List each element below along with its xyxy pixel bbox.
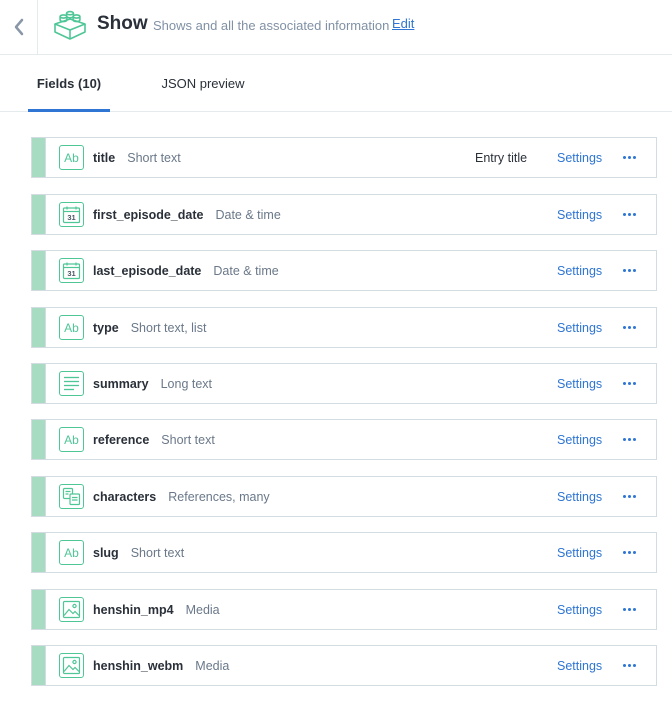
text-glyph: Ab <box>64 545 79 560</box>
more-options-button[interactable] <box>618 602 640 616</box>
ellipsis-icon <box>622 212 636 216</box>
tab-fields[interactable]: Fields (10) <box>28 56 110 111</box>
text-icon: Ab <box>59 427 84 452</box>
edit-link[interactable]: Edit <box>392 16 414 31</box>
ellipsis-icon <box>622 268 636 272</box>
settings-button[interactable]: Settings <box>557 251 602 290</box>
field-name: summary <box>93 376 149 391</box>
media-icon <box>59 653 84 678</box>
tab-bar: Fields (10) JSON preview <box>0 56 672 112</box>
ellipsis-icon <box>622 155 636 159</box>
field-type: Short text <box>127 150 181 165</box>
back-button[interactable] <box>0 0 38 54</box>
text-icon: Ab <box>59 145 84 170</box>
more-options-button[interactable] <box>618 150 640 164</box>
calendar-number: 31 <box>67 213 75 222</box>
calendar-number: 31 <box>67 269 75 278</box>
more-options-button[interactable] <box>618 320 640 334</box>
drag-handle[interactable] <box>32 251 46 290</box>
more-options-button[interactable] <box>618 545 640 559</box>
field-row[interactable]: characters References, many Settings <box>31 476 657 517</box>
long-text-icon <box>59 371 84 396</box>
page-description: Shows and all the associated information <box>153 18 390 33</box>
text-glyph: Ab <box>64 150 79 165</box>
field-name: characters <box>93 489 157 504</box>
field-row[interactable]: summary Long text Settings <box>31 363 657 404</box>
text-icon: Ab <box>59 540 84 565</box>
field-name: first_episode_date <box>93 207 204 222</box>
field-row[interactable]: Ab type Short text, list Settings <box>31 307 657 348</box>
calendar-icon: 31 <box>59 202 84 227</box>
field-name: title <box>93 150 116 165</box>
ellipsis-icon <box>622 325 636 329</box>
text-icon: Ab <box>59 315 84 340</box>
field-type: Short text, list <box>130 320 207 335</box>
settings-button[interactable]: Settings <box>557 364 602 403</box>
page-title: Show <box>97 13 148 34</box>
ellipsis-icon <box>622 494 636 498</box>
more-options-button[interactable] <box>618 658 640 672</box>
ellipsis-icon <box>622 663 636 667</box>
ellipsis-icon <box>622 607 636 611</box>
field-type: References, many <box>168 489 270 504</box>
content-type-icon <box>54 10 86 40</box>
field-type: Short text <box>161 432 215 447</box>
field-type: Media <box>185 602 220 617</box>
field-name: slug <box>93 545 119 560</box>
drag-handle[interactable] <box>32 477 46 516</box>
entry-title-label: Entry title <box>475 150 528 165</box>
references-icon <box>59 484 84 509</box>
field-type: Short text <box>130 545 185 560</box>
field-row[interactable]: Ab slug Short text Settings <box>31 532 657 573</box>
more-options-button[interactable] <box>618 207 640 221</box>
field-row[interactable]: henshin_mp4 Media Settings <box>31 589 657 630</box>
drag-handle[interactable] <box>32 590 46 629</box>
drag-handle[interactable] <box>32 195 46 234</box>
more-options-button[interactable] <box>618 376 640 390</box>
active-tab-indicator <box>28 109 110 112</box>
field-type: Media <box>195 658 230 673</box>
settings-button[interactable]: Settings <box>557 646 602 685</box>
drag-handle[interactable] <box>32 533 46 572</box>
ellipsis-icon <box>622 381 636 385</box>
field-row[interactable]: Ab reference Short text Settings <box>31 419 657 460</box>
more-options-button[interactable] <box>618 489 640 503</box>
field-row[interactable]: 31 last_episode_date Date & time Settings <box>31 250 657 291</box>
field-type: Date & time <box>215 207 281 222</box>
field-type: Long text <box>160 376 213 391</box>
ellipsis-icon <box>622 550 636 554</box>
settings-button[interactable]: Settings <box>557 590 602 629</box>
chevron-left-icon <box>14 18 23 36</box>
field-name: type <box>93 320 119 335</box>
drag-handle[interactable] <box>32 646 46 685</box>
field-name: reference <box>93 432 150 447</box>
ellipsis-icon <box>622 437 636 441</box>
field-name: last_episode_date <box>93 263 202 278</box>
field-type: Date & time <box>213 263 279 278</box>
settings-button[interactable]: Settings <box>557 195 602 234</box>
settings-button[interactable]: Settings <box>557 477 602 516</box>
more-options-button[interactable] <box>618 263 640 277</box>
calendar-icon: 31 <box>59 258 84 283</box>
drag-handle[interactable] <box>32 138 46 177</box>
settings-button[interactable]: Settings <box>557 533 602 572</box>
settings-button[interactable]: Settings <box>557 308 602 347</box>
field-name: henshin_webm <box>93 658 184 673</box>
field-name: henshin_mp4 <box>93 602 174 617</box>
settings-button[interactable]: Settings <box>557 420 602 459</box>
text-glyph: Ab <box>64 320 79 335</box>
drag-handle[interactable] <box>32 420 46 459</box>
drag-handle[interactable] <box>32 364 46 403</box>
tab-json-preview[interactable]: JSON preview <box>148 56 258 111</box>
drag-handle[interactable] <box>32 308 46 347</box>
field-row[interactable]: henshin_webm Media Settings <box>31 645 657 686</box>
settings-button[interactable]: Settings <box>557 138 602 177</box>
media-icon <box>59 597 84 622</box>
more-options-button[interactable] <box>618 432 640 446</box>
field-row[interactable]: 31 first_episode_date Date & time Settings <box>31 194 657 235</box>
text-glyph: Ab <box>64 432 79 447</box>
field-row[interactable]: Ab title Short text Entry title Settings <box>31 137 657 178</box>
page-header: Show Shows and all the associated inform… <box>0 0 672 55</box>
